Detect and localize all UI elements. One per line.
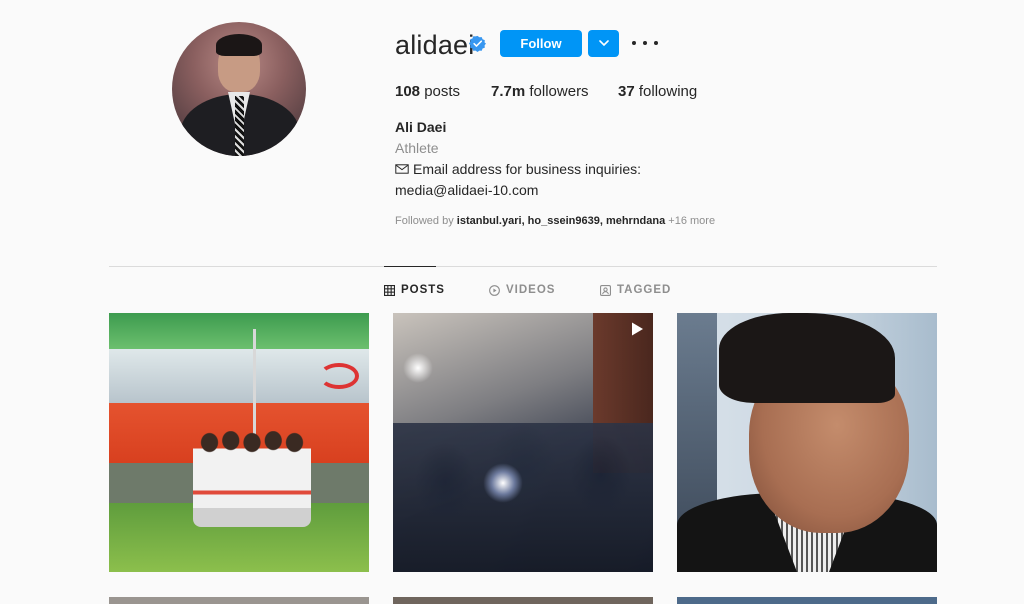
avatar-tie — [235, 96, 244, 156]
bio-email: media@alidaei-10.com — [395, 182, 539, 198]
tab-posts-label: POSTS — [401, 284, 445, 296]
post-image-light — [483, 463, 523, 503]
tab-posts[interactable]: POSTS — [384, 284, 445, 296]
verified-badge-icon — [469, 35, 486, 52]
tabs-divider — [109, 266, 937, 267]
post-image-hair — [719, 313, 895, 403]
bio-email-line: Email address for business inquiries: — [395, 161, 641, 177]
grid-icon — [384, 284, 395, 296]
post-tile[interactable] — [109, 597, 369, 604]
profile-avatar[interactable] — [172, 22, 306, 156]
tag-person-icon — [600, 284, 611, 296]
followers-link[interactable]: 7.7m followers — [491, 83, 589, 100]
envelope-icon — [395, 164, 409, 174]
bio-category: Athlete — [395, 140, 439, 156]
tab-tagged[interactable]: TAGGED — [600, 284, 671, 296]
post-tile[interactable] — [109, 313, 369, 572]
post-image-light — [403, 353, 433, 383]
posts-count: 108 posts — [395, 83, 460, 100]
dot-icon — [643, 41, 647, 45]
follow-button[interactable]: Follow — [500, 30, 582, 57]
tab-videos-label: VIDEOS — [506, 284, 556, 296]
followed-by-more[interactable]: +16 more — [668, 215, 715, 227]
post-image-flag-green — [109, 313, 369, 349]
followed-by-prefix: Followed by — [395, 215, 454, 227]
suggested-dropdown-button[interactable] — [588, 30, 619, 57]
dot-icon — [654, 41, 658, 45]
active-tab-indicator — [384, 266, 436, 267]
bio-full-name: Ali Daei — [395, 119, 447, 135]
following-count-label: following — [638, 83, 698, 100]
more-options-button[interactable] — [632, 32, 658, 54]
posts-count-value: 108 — [395, 83, 421, 100]
followers-count-value: 7.7m — [491, 83, 526, 100]
post-image-crowd — [393, 423, 653, 572]
post-image-team-huddle — [193, 431, 311, 527]
post-tile[interactable] — [393, 597, 653, 604]
followed-by-names[interactable]: istanbul.yari, ho_ssein9639, mehrndana — [457, 215, 665, 227]
video-play-icon — [632, 322, 643, 336]
bio-text: Email address for business inquiries: — [413, 161, 641, 177]
post-tile[interactable] — [677, 313, 937, 572]
tab-videos[interactable]: VIDEOS — [489, 284, 555, 296]
followed-by[interactable]: Followed by istanbul.yari, ho_ssein9639,… — [395, 215, 715, 227]
dot-icon — [632, 41, 636, 45]
posts-count-label: posts — [424, 83, 461, 100]
avatar-hair — [216, 34, 262, 56]
tab-tagged-label: TAGGED — [617, 284, 672, 296]
following-count-value: 37 — [618, 83, 635, 100]
chevron-down-icon — [598, 40, 609, 47]
post-image-emblem — [319, 363, 359, 389]
following-link[interactable]: 37 following — [618, 83, 697, 100]
profile-username: alidaei — [395, 30, 475, 60]
post-tile[interactable] — [677, 597, 937, 604]
followers-count-label: followers — [529, 83, 589, 100]
play-circle-icon — [489, 284, 500, 296]
post-tile-video[interactable] — [393, 313, 653, 572]
